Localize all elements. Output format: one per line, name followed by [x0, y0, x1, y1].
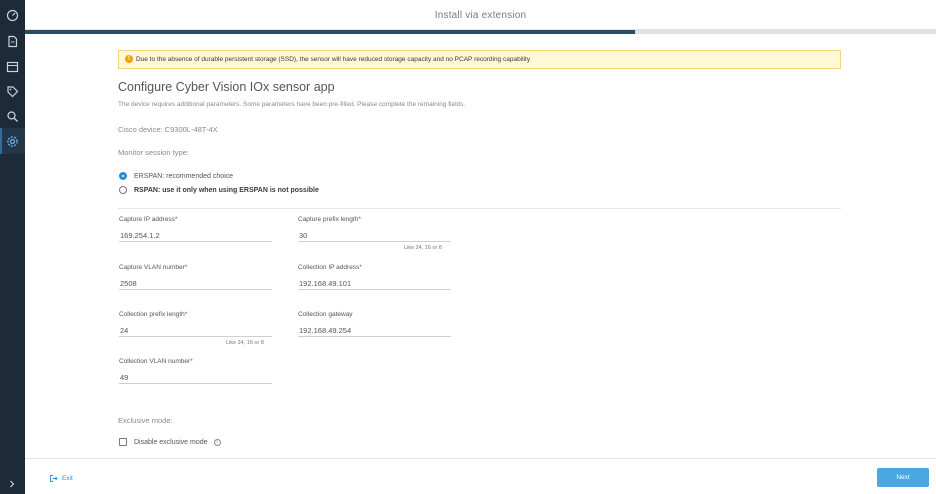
warning-text: Due to the absence of durable persistent… [136, 56, 531, 63]
capture-prefix-hint: Like 24, 16 or 8 [404, 245, 442, 251]
section-divider [118, 208, 841, 209]
collection-vlan-label: Collection VLAN number* [119, 358, 193, 365]
capture-ip-input[interactable] [119, 228, 272, 242]
next-button[interactable]: Next [877, 468, 929, 487]
capture-ip-label: Capture IP address* [119, 216, 178, 223]
exit-label: Exit [62, 475, 73, 482]
disable-exclusive-mode-label: Disable exclusive mode [134, 438, 208, 446]
radio-erspan-control[interactable] [119, 172, 127, 180]
header: Install via extension [25, 0, 936, 30]
sidebar-expand-button[interactable] [0, 474, 25, 494]
collection-gateway-input[interactable] [298, 323, 451, 337]
search-icon[interactable] [6, 110, 19, 123]
monitor-session-label: Monitor session type: [118, 148, 189, 157]
exit-icon [50, 475, 58, 482]
radio-rspan-label: RSPAN: use it only when using ERSPAN is … [134, 186, 319, 194]
gear-icon[interactable] [6, 135, 19, 148]
collection-prefix-input[interactable] [119, 323, 272, 337]
capture-vlan-label: Capture VLAN number* [119, 264, 188, 271]
disable-exclusive-mode-option[interactable]: Disable exclusive mode i [119, 438, 221, 446]
sidebar [0, 0, 25, 494]
capture-prefix-input[interactable] [298, 228, 451, 242]
progress-bar [25, 30, 936, 34]
collection-prefix-label: Collection prefix length* [119, 311, 188, 318]
info-icon[interactable]: i [213, 438, 221, 446]
chevron-right-icon [10, 480, 15, 488]
collection-prefix-hint: Like 24, 16 or 8 [226, 340, 264, 346]
page-description: The device requires additional parameter… [118, 101, 466, 108]
collection-ip-input[interactable] [298, 276, 451, 290]
page-title: Configure Cyber Vision IOx sensor app [118, 80, 335, 94]
radio-erspan[interactable]: ERSPAN: recommended choice [119, 172, 233, 180]
radio-erspan-label: ERSPAN: recommended choice [134, 172, 234, 180]
disable-exclusive-mode-checkbox[interactable] [119, 438, 127, 446]
capture-vlan-input[interactable] [119, 276, 272, 290]
warning-icon: ! [125, 55, 133, 63]
exit-link[interactable]: Exit [49, 474, 73, 483]
tag-icon[interactable] [6, 85, 19, 98]
collection-gateway-label: Collection gateway [298, 311, 353, 318]
calendar-icon[interactable] [6, 60, 19, 73]
footer: Exit Next [25, 458, 936, 494]
storage-warning-banner: ! Due to the absence of durable persiste… [118, 50, 841, 69]
progress-bar-fill [25, 30, 636, 34]
radio-rspan-control[interactable] [119, 186, 127, 194]
exclusive-mode-label: Exclusive mode: [118, 416, 173, 425]
radio-rspan[interactable]: RSPAN: use it only when using ERSPAN is … [119, 186, 319, 194]
capture-prefix-label: Capture prefix length* [298, 216, 361, 223]
device-name: Cisco device: C9300L-48T-4X [118, 125, 218, 134]
dashboard-icon[interactable] [6, 9, 19, 22]
collection-ip-label: Collection IP address* [298, 264, 362, 271]
collection-vlan-input[interactable] [119, 370, 272, 384]
document-icon[interactable] [6, 35, 19, 48]
page-header-title: Install via extension [434, 10, 527, 21]
